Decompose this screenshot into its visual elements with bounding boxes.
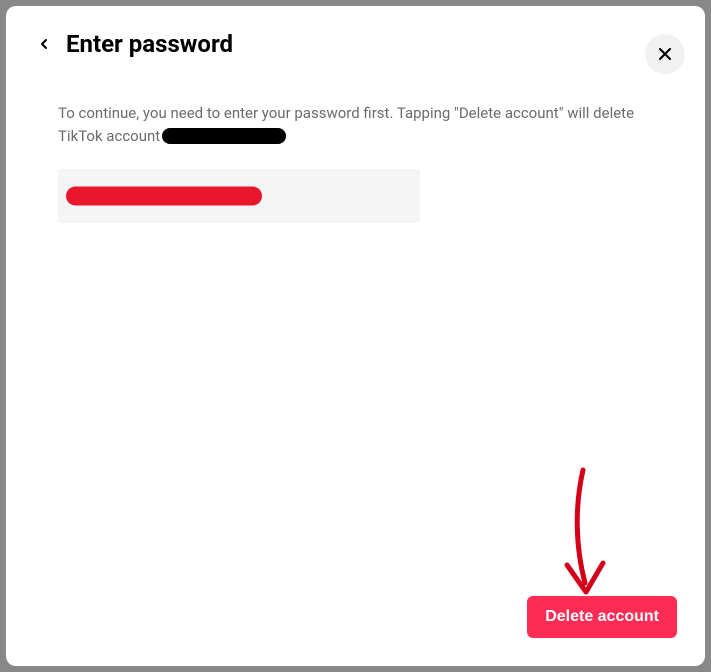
enter-password-modal: Enter password To continue, you need to … (6, 6, 705, 666)
redacted-account-name (162, 128, 286, 144)
redacted-password-value (66, 187, 262, 206)
chevron-left-icon (36, 36, 52, 52)
description-line2: TikTok account (58, 125, 653, 148)
description-line2-prefix: TikTok account (58, 125, 160, 148)
password-input-container[interactable] (58, 169, 420, 223)
modal-content: To continue, you need to enter your pass… (6, 62, 705, 596)
close-icon (655, 44, 675, 64)
delete-account-button[interactable]: Delete account (527, 596, 677, 638)
modal-footer: Delete account (6, 596, 705, 666)
description-line1: To continue, you need to enter your pass… (58, 102, 653, 125)
modal-header: Enter password (6, 6, 705, 62)
description-text: To continue, you need to enter your pass… (58, 102, 653, 147)
page-title: Enter password (66, 30, 233, 58)
close-button[interactable] (645, 34, 685, 74)
back-button[interactable] (30, 30, 58, 58)
